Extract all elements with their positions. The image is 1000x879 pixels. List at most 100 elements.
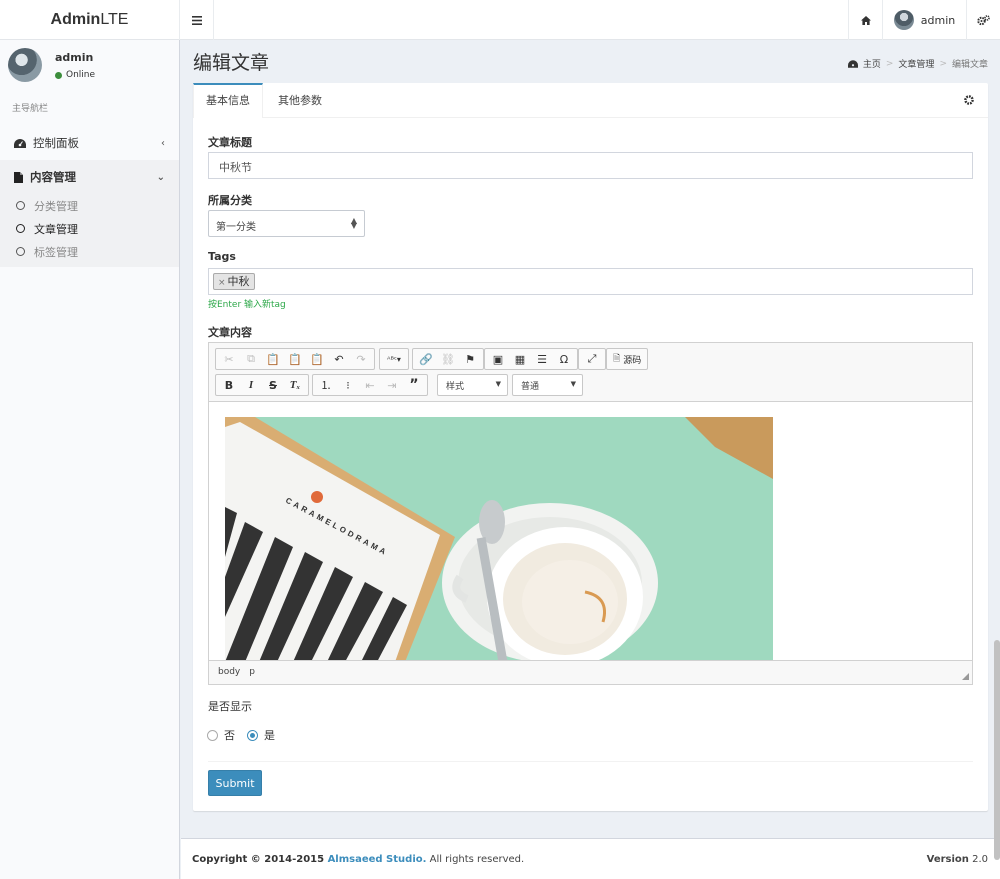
scrollbar[interactable] [994, 640, 1000, 860]
blockquote-icon[interactable]: ” [403, 375, 425, 395]
radio-label: 是 [264, 729, 275, 742]
content-label: 文章内容 [208, 326, 252, 339]
category-value: 第一分类 [216, 222, 256, 233]
resize-handle-icon[interactable] [962, 673, 969, 680]
title-input[interactable]: 中秋节 [208, 152, 973, 179]
version-label: Version [926, 854, 969, 865]
tags-help-text: 按Enter 输入新tag [208, 300, 286, 310]
sidebar-item-label: 控制面板 [33, 136, 79, 150]
paste-word-icon[interactable]: 📋 [306, 349, 328, 369]
path-item-body[interactable]: body [218, 667, 240, 678]
gear-icon[interactable] [964, 95, 974, 105]
sidebar-item-articles[interactable]: 文章管理 [0, 217, 179, 240]
anchor-icon[interactable]: ⚑ [459, 349, 481, 369]
logo-bold: Admin [50, 11, 101, 28]
sidebar-item-category[interactable]: 分类管理 [0, 194, 179, 217]
form-divider [208, 761, 973, 762]
edit-article-box: 基本信息 其他参数 文章标题 中秋节 所属分类 第一分类 ▲ ▼ Tags × 中秋… [193, 83, 988, 811]
show-no-radio[interactable]: 否 [207, 727, 235, 743]
source-label: 源码 [623, 355, 642, 366]
dropdown-caret-icon: ▼ [570, 380, 576, 388]
logo[interactable]: AdminLTE [0, 0, 180, 40]
sidebar-menu: 控制面板 ‹ 内容管理 ⌄ 分类管理 文章管理 标签管理 [0, 126, 179, 267]
indent-icon[interactable]: ⇥ [381, 375, 403, 395]
radio-checked-icon [247, 729, 258, 741]
format-combo[interactable]: 普通 ▼ [512, 374, 583, 396]
avatar [8, 48, 42, 82]
breadcrumb-separator: > [885, 58, 894, 69]
user-panel: admin Online [0, 40, 179, 94]
numbered-list-icon[interactable]: ⒈ [315, 375, 337, 395]
table-icon[interactable]: ▦ [509, 349, 531, 369]
circle-icon [16, 201, 25, 210]
sidebar: admin Online 主导航栏 控制面板 ‹ 内容管理 ⌄ 分类管理 文章管… [0, 40, 180, 879]
sidebar-item-dashboard[interactable]: 控制面板 ‹ [0, 126, 179, 160]
horizontal-rule-icon[interactable]: ☰ [531, 349, 553, 369]
image-icon[interactable]: ▣ [487, 349, 509, 369]
outdent-icon[interactable]: ⇤ [359, 375, 381, 395]
paste-text-icon[interactable]: 📋 [284, 349, 306, 369]
sidebar-item-content[interactable]: 内容管理 ⌄ [0, 160, 179, 194]
editor-elements-path: body p [209, 660, 972, 684]
show-yes-radio[interactable]: 是 [247, 727, 275, 743]
show-label: 是否显示 [208, 700, 252, 713]
special-char-icon[interactable]: Ω [553, 349, 575, 369]
coffee-photo-icon: CARAMELODRAMA [225, 417, 773, 661]
cut-icon[interactable]: ✂ [218, 349, 240, 369]
gears-icon [977, 14, 990, 25]
chevron-left-icon: ‹ [161, 137, 165, 149]
tags-input[interactable]: × 中秋 [208, 268, 973, 295]
paste-icon[interactable]: 📋 [262, 349, 284, 369]
remove-format-icon[interactable]: Tₓ [284, 375, 306, 395]
path-item-p[interactable]: p [249, 667, 255, 678]
copyright: Copyright © 2014-2015 Almsaeed Studio. A… [192, 854, 524, 865]
user-name: admin [920, 13, 956, 27]
italic-icon[interactable]: I [240, 375, 262, 395]
bulleted-list-icon[interactable]: ⁝ [337, 375, 359, 395]
editor-content[interactable]: CARAMELODRAMA [209, 402, 972, 661]
breadcrumb-section[interactable]: 文章管理 [898, 57, 934, 70]
undo-icon[interactable]: ↶ [328, 349, 350, 369]
tag-remove-icon[interactable]: × [218, 278, 226, 288]
tab-basic-info[interactable]: 基本信息 [193, 83, 263, 118]
sidebar-subitem-label: 文章管理 [34, 222, 78, 236]
bold-icon[interactable]: B [218, 375, 240, 395]
source-button[interactable]: 🗎 源码 [609, 349, 645, 369]
sidebar-item-tags[interactable]: 标签管理 [0, 240, 179, 263]
spellcheck-icon[interactable]: ᴬᴮᶜ▾ [382, 349, 406, 369]
footer: Copyright © 2014-2015 Almsaeed Studio. A… [181, 838, 1000, 879]
control-sidebar-button[interactable] [966, 0, 1000, 40]
home-icon [860, 15, 871, 25]
strike-icon[interactable]: S [262, 375, 284, 395]
circle-icon [16, 247, 25, 256]
submit-button[interactable]: Submit [208, 770, 262, 796]
link-icon[interactable]: 🔗 [415, 349, 437, 369]
category-label: 所属分类 [208, 194, 252, 207]
style-combo[interactable]: 样式 ▼ [437, 374, 508, 396]
sidebar-toggle-button[interactable] [181, 0, 214, 40]
version: Version 2.0 [927, 854, 988, 865]
list-group: ⒈ ⁝ ⇤ ⇥ ” [312, 374, 428, 396]
tab-bar: 基本信息 其他参数 [193, 83, 988, 118]
company-link[interactable]: Almsaeed Studio. [328, 854, 427, 865]
redo-icon[interactable]: ↷ [350, 349, 372, 369]
home-button[interactable] [848, 0, 882, 40]
unlink-icon[interactable]: ⛓ [437, 349, 459, 369]
breadcrumb-home[interactable]: 主页 [863, 57, 881, 70]
category-select[interactable]: 第一分类 ▲ ▼ [208, 210, 365, 237]
source-icon: 🗎 [613, 354, 621, 364]
copy-icon[interactable]: ⧉ [240, 349, 262, 369]
radio-circle-icon [207, 729, 218, 741]
clipboard-group: ✂ ⧉ 📋 📋 📋 ↶ ↷ [215, 348, 375, 370]
tab-other-params[interactable]: 其他参数 [266, 83, 334, 118]
article-image[interactable]: CARAMELODRAMA [225, 417, 773, 661]
title-label: 文章标题 [208, 136, 252, 149]
maximize-icon[interactable]: ⤢ [581, 349, 603, 369]
user-menu[interactable]: admin [882, 0, 966, 40]
status-text: Online [66, 70, 96, 80]
version-number: 2.0 [972, 854, 988, 865]
dashboard-icon [847, 59, 858, 68]
tag-label: 中秋 [227, 275, 250, 288]
status-badge: Online [55, 70, 95, 80]
link-group: 🔗 ⛓ ⚑ [412, 348, 484, 370]
